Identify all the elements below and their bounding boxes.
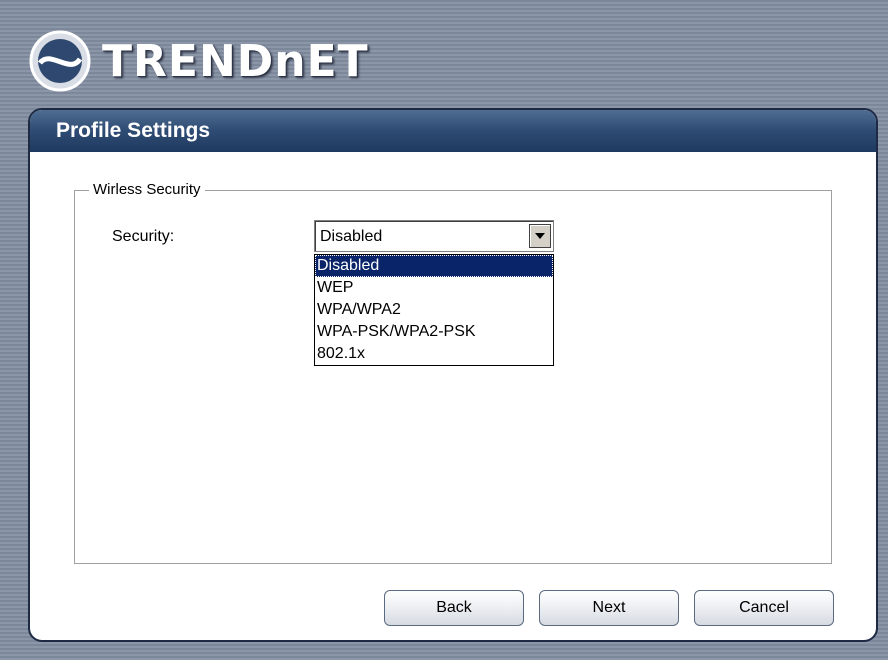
panel-title: Profile Settings (56, 119, 211, 142)
security-select-value: Disabled (320, 228, 383, 245)
next-button[interactable]: Next (539, 590, 679, 626)
dropdown-option-disabled[interactable]: Disabled (315, 255, 553, 277)
dropdown-option-wpa-wpa2[interactable]: WPA/WPA2 (315, 299, 553, 321)
dropdown-option-wpa-psk-wpa2-psk[interactable]: WPA-PSK/WPA2-PSK (315, 321, 553, 343)
panel-header: Profile Settings (30, 110, 876, 152)
dropdown-arrow-button[interactable] (529, 224, 551, 248)
trendnet-globe-icon (29, 30, 91, 92)
chevron-down-icon (535, 233, 545, 239)
back-button[interactable]: Back (384, 590, 524, 626)
group-legend: Wirless Security (89, 181, 205, 198)
security-dropdown-list: Disabled WEP WPA/WPA2 WPA-PSK/WPA2-PSK 8… (314, 254, 554, 366)
logo: TRENDnET (28, 26, 369, 96)
cancel-button[interactable]: Cancel (694, 590, 834, 626)
dropdown-option-8021x[interactable]: 802.1x (315, 343, 553, 365)
security-select[interactable]: Disabled (314, 220, 554, 252)
security-label: Security: (112, 228, 175, 245)
logo-text: TRENDnET (102, 35, 369, 87)
profile-settings-panel: Profile Settings Wirless Security Securi… (28, 108, 878, 642)
dropdown-option-wep[interactable]: WEP (315, 277, 553, 299)
